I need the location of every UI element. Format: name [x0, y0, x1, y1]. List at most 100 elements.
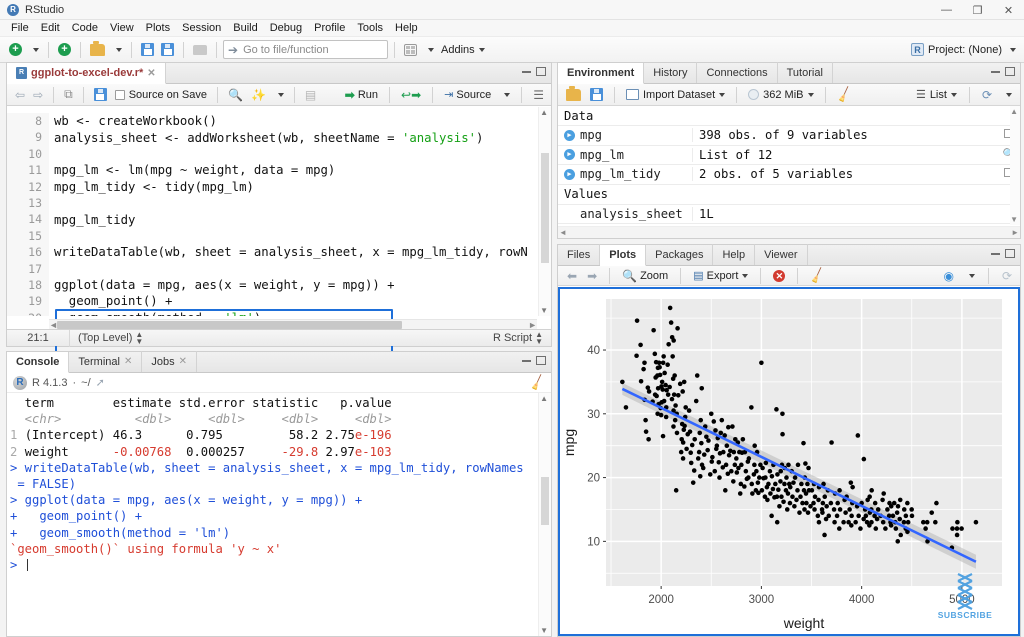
tab-tutorial[interactable]: Tutorial [778, 62, 833, 83]
find-icon[interactable]: 🔍 [225, 84, 246, 106]
environment-vertical-scrollbar[interactable]: ▲ ▼ [1010, 106, 1020, 225]
maximize-pane-icon[interactable] [536, 356, 546, 365]
tab-viewer[interactable]: Viewer [755, 244, 808, 265]
publish-icon[interactable]: ◉ [940, 265, 956, 287]
open-recent-dropdown[interactable] [109, 39, 125, 61]
scroll-up-icon[interactable]: ▲ [1010, 107, 1018, 116]
menu-debug[interactable]: Debug [264, 21, 308, 35]
minimize-pane-icon[interactable] [522, 359, 531, 362]
panes-dropdown[interactable] [421, 39, 437, 61]
expand-object-icon[interactable]: ▶ [564, 149, 575, 161]
menu-edit[interactable]: Edit [35, 21, 66, 35]
scroll-down-icon[interactable]: ▼ [540, 626, 548, 635]
environment-object-row[interactable]: analysis_sheet 1L [558, 204, 1020, 224]
scroll-up-icon[interactable]: ▲ [540, 108, 548, 117]
close-icon[interactable]: ✕ [124, 356, 132, 367]
tab-environment[interactable]: Environment [558, 63, 645, 84]
minimize-button[interactable]: — [931, 0, 962, 20]
source-button[interactable]: ⇥ Source [441, 84, 494, 106]
zoom-button[interactable]: 🔍 Zoom [619, 265, 671, 287]
console-output[interactable]: term estimate std.error statistic p.valu… [7, 393, 551, 636]
refresh-dropdown[interactable] [999, 84, 1015, 106]
clear-console-icon[interactable]: 🧹 [528, 373, 547, 391]
tab-jobs[interactable]: Jobs ✕ [142, 351, 198, 372]
export-button[interactable]: ▤ Export [690, 265, 751, 287]
menu-profile[interactable]: Profile [308, 21, 351, 35]
source-on-save-checkbox[interactable]: Source on Save [112, 84, 210, 106]
console-vertical-scrollbar[interactable]: ▲ ▼ [538, 393, 551, 636]
next-plot-icon[interactable]: ➡ [584, 265, 600, 287]
show-in-new-window-icon[interactable]: ⧉ [61, 84, 76, 106]
maximize-button[interactable]: ❐ [962, 0, 993, 20]
forward-arrow-icon[interactable]: ⇨ [30, 84, 46, 106]
code-line[interactable]: 13 [7, 194, 551, 212]
tab-console[interactable]: Console [7, 352, 70, 373]
menu-file[interactable]: File [5, 21, 35, 35]
expand-object-icon[interactable]: ▶ [564, 168, 575, 180]
environment-horizontal-scrollbar[interactable]: ◄ ► [558, 226, 1020, 238]
tab-connections[interactable]: Connections [697, 62, 778, 83]
minimize-pane-icon[interactable] [991, 252, 1000, 255]
menu-help[interactable]: Help [389, 21, 424, 35]
minimize-pane-icon[interactable] [991, 70, 1000, 73]
tab-plots[interactable]: Plots [600, 245, 647, 266]
code-editor[interactable]: 8 wb <- createWorkbook() 9 analysis_sheet <… [7, 107, 551, 316]
save-button[interactable] [138, 39, 157, 61]
open-directory-icon[interactable]: ➚ [96, 376, 105, 389]
plot-display-area[interactable]: 10 20 30 40 2000 3000 4000 5000 weight mpg SUBSCRI… [558, 287, 1020, 636]
code-line[interactable]: 17 [7, 260, 551, 277]
menu-code[interactable]: Code [66, 21, 104, 35]
code-line[interactable]: 10 [7, 145, 551, 163]
code-line[interactable]: 11 mpg_lm <- lm(mpg ~ weight, data = mpg) [7, 162, 551, 179]
scope-selector[interactable]: (Top Level) ▲ ▼ [70, 330, 151, 347]
tab-files[interactable]: Files [558, 244, 601, 265]
environment-object-row[interactable]: ▶ mpg_lm_tidy 2 obs. of 5 variables [558, 165, 1020, 185]
code-line[interactable]: 8 wb <- createWorkbook() [7, 113, 551, 130]
file-type-selector[interactable]: R Script ▲ ▼ [485, 330, 551, 347]
code-tools-dropdown[interactable] [271, 84, 287, 106]
scroll-up-icon[interactable]: ▲ [540, 394, 548, 403]
view-mode-button[interactable]: ☰ List [913, 84, 960, 106]
goto-file-function-input[interactable]: ➔ Go to file/function [223, 40, 388, 59]
addins-button[interactable]: Addins [438, 39, 488, 61]
maximize-pane-icon[interactable] [1005, 249, 1015, 258]
code-line[interactable]: 19 geom_point() + [7, 293, 551, 310]
print-button[interactable] [190, 39, 210, 61]
tab-terminal[interactable]: Terminal ✕ [69, 351, 143, 372]
code-line[interactable]: 9 analysis_sheet <- addWorksheet(wb, shee… [7, 129, 551, 146]
new-file-dropdown[interactable] [26, 39, 42, 61]
menu-plots[interactable]: Plots [140, 21, 176, 35]
maximize-pane-icon[interactable] [1005, 67, 1015, 76]
save-button[interactable] [91, 84, 110, 106]
clear-plots-icon[interactable]: 🧹 [804, 262, 831, 290]
compile-report-icon[interactable]: ▤ [302, 84, 319, 106]
load-workspace-button[interactable] [563, 84, 584, 106]
source-dropdown[interactable] [497, 84, 513, 106]
scrollbar-thumb[interactable] [541, 153, 549, 263]
publish-dropdown[interactable] [962, 265, 978, 287]
scroll-down-icon[interactable]: ▼ [540, 306, 548, 315]
re-run-icon[interactable]: ↩➡ [398, 84, 424, 106]
minimize-pane-icon[interactable] [522, 70, 531, 73]
code-line[interactable]: 14 mpg_lm_tidy [7, 211, 551, 228]
document-outline-icon[interactable]: ☰ [530, 84, 547, 106]
console-line[interactable]: > [10, 557, 551, 573]
code-tools-icon[interactable]: ✨ [248, 84, 269, 106]
scroll-left-icon[interactable]: ◄ [559, 228, 567, 237]
refresh-icon[interactable]: ⟳ [999, 265, 1015, 287]
previous-plot-icon[interactable]: ⬅ [564, 265, 580, 287]
code-line[interactable]: 16 writeDataTable(wb, sheet = analysis_sh… [7, 244, 551, 261]
close-icon[interactable]: ✕ [179, 356, 187, 367]
memory-usage-button[interactable]: 362 MiB [745, 84, 816, 106]
environment-object-row[interactable]: ▶ mpg_lm List of 12 🔍 [558, 145, 1020, 165]
editor-vertical-scrollbar[interactable]: ▲ ▼ [538, 107, 551, 316]
scrollbar-thumb[interactable] [541, 477, 549, 525]
code-line[interactable]: 12 mpg_lm_tidy <- tidy(mpg_lm) [7, 178, 551, 195]
environment-object-row[interactable]: ▶ mpg 398 obs. of 9 variables [558, 126, 1020, 146]
scroll-down-icon[interactable]: ▼ [1010, 215, 1018, 224]
back-arrow-icon[interactable]: ⇦ [12, 84, 28, 106]
scroll-right-icon[interactable]: ► [1011, 228, 1019, 237]
menu-view[interactable]: View [104, 21, 140, 35]
open-file-button[interactable] [87, 39, 108, 61]
run-button[interactable]: ➡ Run [342, 84, 381, 106]
